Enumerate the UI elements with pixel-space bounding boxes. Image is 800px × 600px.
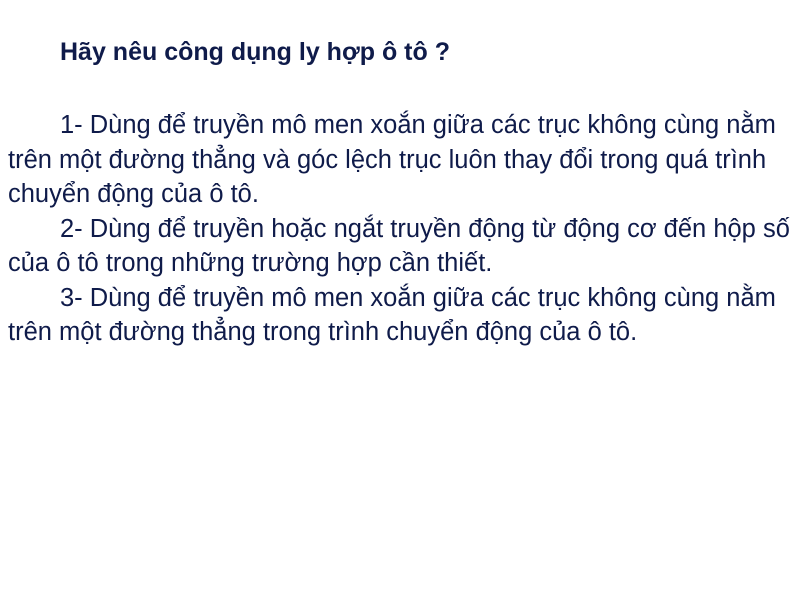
- slide: Hãy nêu công dụng ly hợp ô tô ? 1- Dùng …: [0, 0, 800, 600]
- question-title: Hãy nêu công dụng ly hợp ô tô ?: [60, 38, 450, 66]
- answer-list: 1- Dùng để truyền mô men xoắn giữa các t…: [8, 108, 798, 350]
- answer-option-1: 1- Dùng để truyền mô men xoắn giữa các t…: [8, 111, 776, 208]
- answer-option-2: 2- Dùng để truyền hoặc ngắt truyền động …: [8, 214, 790, 278]
- answer-option-3: 3- Dùng để truyền mô men xoắn giữa các t…: [8, 283, 776, 347]
